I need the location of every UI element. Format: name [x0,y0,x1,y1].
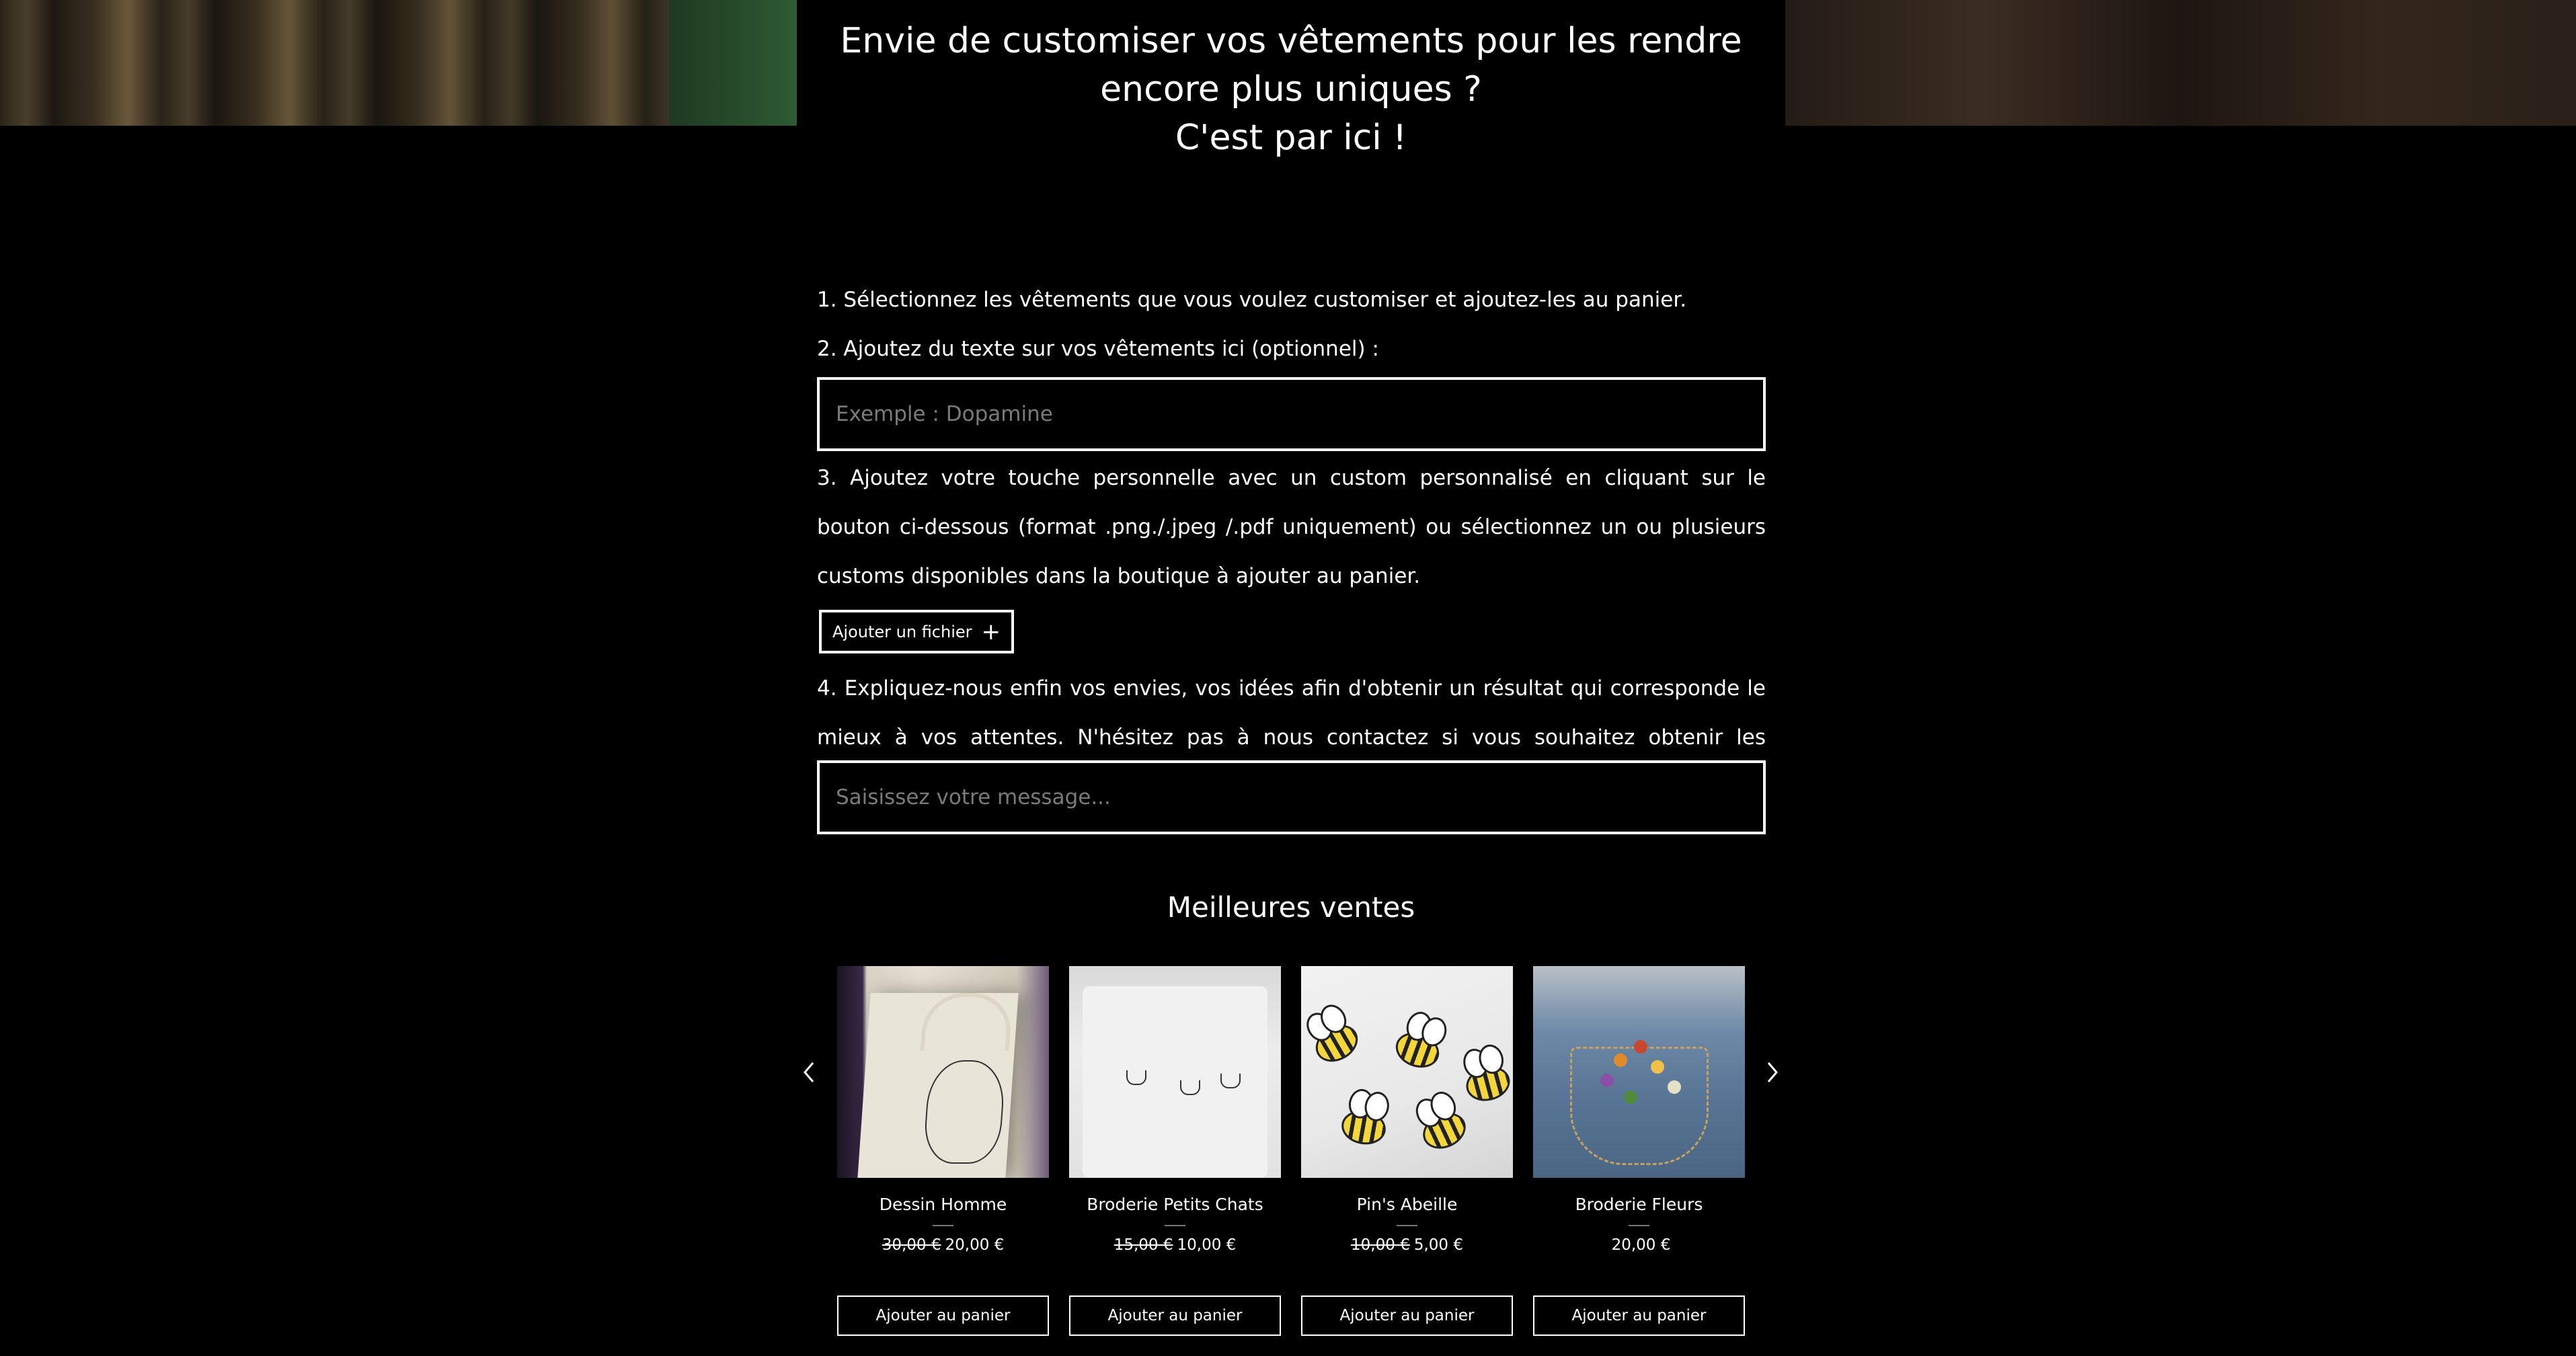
product-name[interactable]: Pin's Abeille [1301,1195,1513,1214]
sale-price: 5,00 € [1413,1236,1463,1254]
hero-heading-line-3: C'est par ici ! [1175,118,1407,158]
step-3-text: 3. Ajoutez votre touche personnelle avec… [817,466,1766,588]
add-to-cart-button[interactable]: Ajouter au panier [1069,1295,1281,1336]
best-sellers-title: Meilleures ventes [1167,891,1415,924]
old-price: 15,00 € [1114,1236,1173,1254]
add-to-cart-button[interactable]: Ajouter au panier [1301,1295,1513,1336]
product-divider [1165,1225,1185,1226]
product-card[interactable]: Dessin Homme 30,00 €20,00 € Ajouter au p… [837,966,1049,1336]
product-card[interactable]: Broderie Petits Chats 15,00 €10,00 € Ajo… [1069,966,1281,1336]
old-price: 10,00 € [1351,1236,1410,1254]
product-name[interactable]: Broderie Fleurs [1533,1195,1745,1214]
add-to-cart-button[interactable]: Ajouter au panier [837,1295,1049,1336]
old-price: 30,00 € [882,1236,941,1254]
product-card[interactable]: Broderie Fleurs 20,00 € Ajouter au panie… [1533,966,1745,1336]
product-card[interactable]: Pin's Abeille 10,00 €5,00 € Ajouter au p… [1301,966,1513,1336]
product-price: 10,00 €5,00 € [1301,1236,1513,1254]
product-price: 30,00 €20,00 € [837,1236,1049,1254]
product-divider [1629,1225,1649,1226]
product-image[interactable] [1301,966,1513,1178]
add-to-cart-button[interactable]: Ajouter au panier [1533,1295,1745,1336]
hero-image-right [1785,0,2576,126]
custom-text-input[interactable] [817,377,1766,451]
sale-price: 10,00 € [1177,1236,1237,1254]
hero-heading: Envie de customiser vos vêtements pour l… [797,0,1785,168]
hero-heading-line-2: encore plus uniques ? [1100,69,1482,110]
product-image[interactable] [1069,966,1281,1178]
hero-heading-line-1: Envie de customiser vos vêtements pour l… [840,21,1742,61]
add-file-button[interactable]: Ajouter un fichier + [819,610,1014,653]
sale-price: 20,00 € [945,1236,1005,1254]
product-image[interactable] [1533,966,1745,1178]
product-name[interactable]: Dessin Homme [837,1195,1049,1214]
product-price: 15,00 €10,00 € [1069,1236,1281,1254]
sale-price: 20,00 € [1611,1236,1671,1254]
product-image[interactable] [837,966,1049,1178]
product-divider [1397,1225,1417,1226]
step-2-text: 2. Ajoutez du texte sur vos vêtements ic… [817,337,1379,361]
product-price: 20,00 € [1533,1236,1745,1254]
message-input[interactable] [817,760,1766,834]
step-1-text: 1. Sélectionnez les vêtements que vous v… [817,288,1687,312]
product-divider [933,1225,953,1226]
chevron-left-icon[interactable] [795,1055,822,1089]
hero-image-left [0,0,797,126]
add-file-label: Ajouter un fichier [832,622,972,641]
chevron-right-icon[interactable] [1760,1055,1787,1089]
product-name[interactable]: Broderie Petits Chats [1069,1195,1281,1214]
plus-icon: + [981,618,1001,645]
